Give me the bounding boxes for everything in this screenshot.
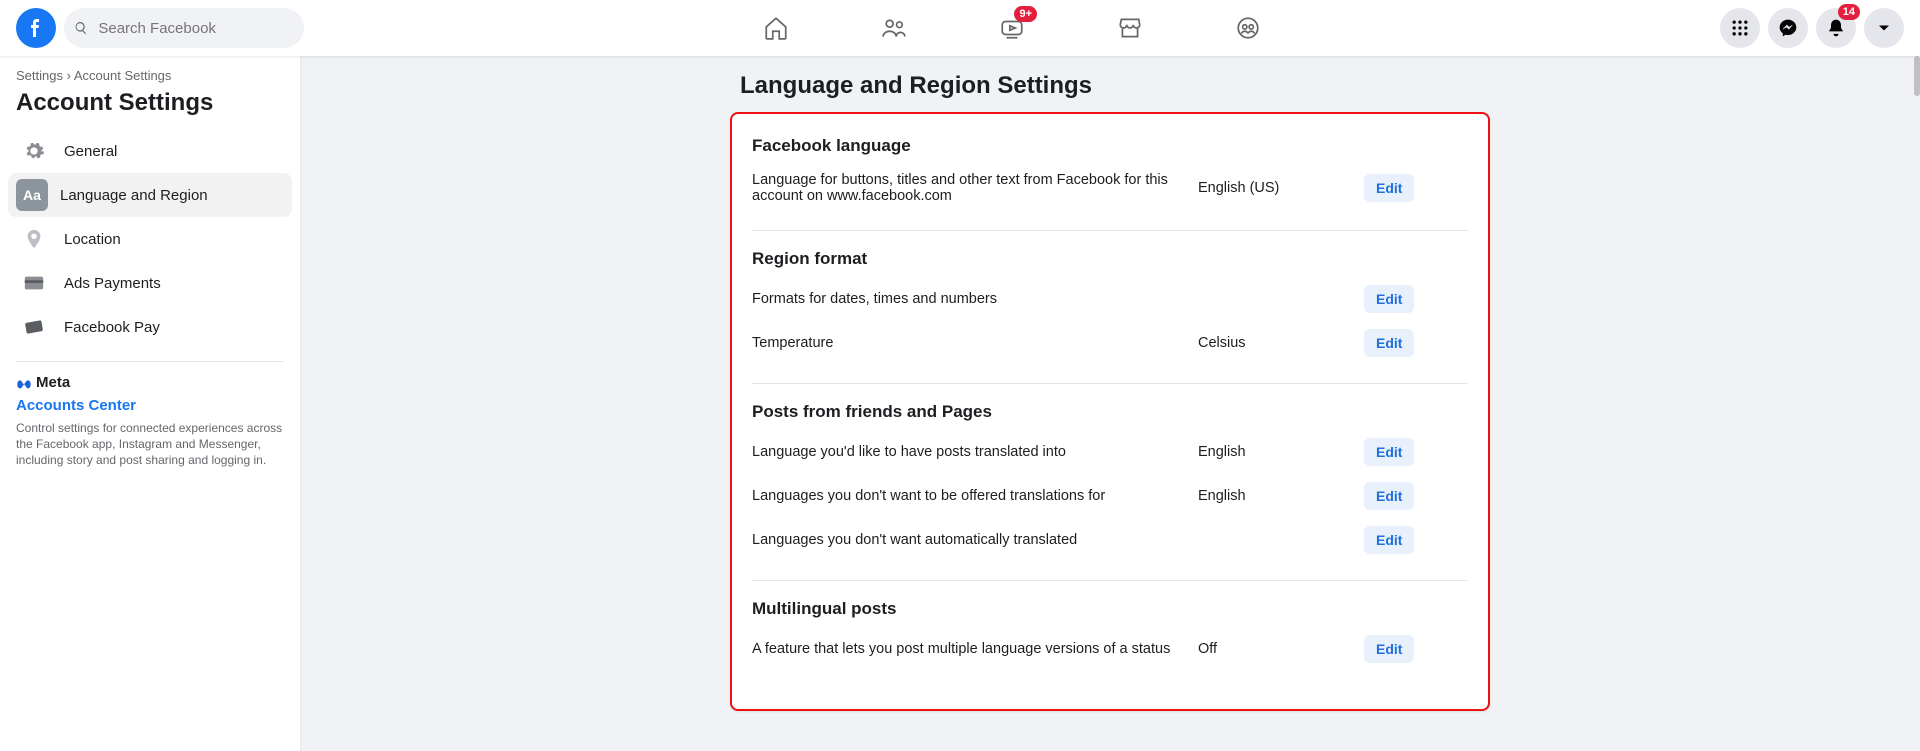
meta-infinity-icon — [16, 375, 32, 391]
bell-icon — [1826, 18, 1846, 38]
nav-left — [16, 8, 304, 48]
notifications-badge: 14 — [1838, 4, 1860, 20]
messenger-button[interactable] — [1768, 8, 1808, 48]
setting-row: Temperature Celsius Edit — [752, 321, 1468, 365]
tab-friends[interactable] — [839, 0, 949, 56]
setting-row: Languages you don't want automatically t… — [752, 518, 1468, 562]
sidebar-item-label: Ads Payments — [64, 275, 161, 292]
setting-value: English — [1198, 488, 1348, 504]
scrollbar-thumb[interactable] — [1914, 56, 1920, 96]
setting-description: Language for buttons, titles and other t… — [752, 172, 1182, 204]
setting-description: Languages you don't want to be offered t… — [752, 488, 1182, 504]
facebook-logo[interactable] — [16, 8, 56, 48]
home-icon — [763, 15, 789, 41]
gear-icon — [16, 133, 52, 169]
edit-button[interactable]: Edit — [1364, 329, 1414, 357]
breadcrumb-root[interactable]: Settings — [16, 68, 63, 83]
setting-row: Language for buttons, titles and other t… — [752, 164, 1468, 212]
sidebar-item-label: Facebook Pay — [64, 319, 160, 336]
tab-home[interactable] — [721, 0, 831, 56]
edit-button[interactable]: Edit — [1364, 526, 1414, 554]
sidebar-item-label: General — [64, 143, 117, 160]
page-heading: Language and Region Settings — [740, 72, 1490, 100]
setting-row: Language you'd like to have posts transl… — [752, 430, 1468, 474]
tab-marketplace[interactable] — [1075, 0, 1185, 56]
apps-grid-icon — [1730, 18, 1750, 38]
facebook-f-icon — [24, 16, 48, 40]
sidebar-item-label: Location — [64, 231, 121, 248]
setting-value: English — [1198, 444, 1348, 460]
sidebar-item-facebook-pay[interactable]: Facebook Pay — [8, 305, 292, 349]
chevron-down-icon — [1874, 18, 1894, 38]
sidebar-item-ads-payments[interactable]: Ads Payments — [8, 261, 292, 305]
sidebar-divider — [16, 361, 284, 362]
settings-card: Facebook language Language for buttons, … — [730, 112, 1490, 711]
breadcrumb-sep: › — [67, 68, 71, 83]
section-facebook-language: Facebook language Language for buttons, … — [752, 132, 1468, 230]
nav-center: 9+ — [721, 0, 1303, 56]
setting-row: Languages you don't want to be offered t… — [752, 474, 1468, 518]
pay-icon — [16, 309, 52, 345]
language-aa-icon: Aa — [16, 179, 48, 211]
watch-badge: 9+ — [1014, 6, 1037, 22]
groups-icon — [1235, 15, 1261, 41]
edit-button[interactable]: Edit — [1364, 482, 1414, 510]
menu-button[interactable] — [1720, 8, 1760, 48]
section-heading: Multilingual posts — [752, 599, 1468, 619]
section-region-format: Region format Formats for dates, times a… — [752, 230, 1468, 383]
setting-description: Temperature — [752, 335, 1182, 351]
settings-sidebar: Settings › Account Settings Account Sett… — [0, 56, 300, 751]
setting-row: A feature that lets you post multiple la… — [752, 627, 1468, 671]
section-posts-friends-pages: Posts from friends and Pages Language yo… — [752, 383, 1468, 580]
setting-value: English (US) — [1198, 180, 1348, 196]
meta-logo: Meta — [16, 374, 284, 391]
setting-description: Languages you don't want automatically t… — [752, 532, 1182, 548]
marketplace-icon — [1117, 15, 1143, 41]
location-pin-icon — [16, 221, 52, 257]
edit-button[interactable]: Edit — [1364, 438, 1414, 466]
sidebar-title: Account Settings — [8, 89, 292, 129]
nav-right: 14 — [1720, 8, 1904, 48]
section-heading: Region format — [752, 249, 1468, 269]
account-dropdown[interactable] — [1864, 8, 1904, 48]
accounts-center-link[interactable]: Accounts Center — [16, 397, 284, 414]
edit-button[interactable]: Edit — [1364, 285, 1414, 313]
setting-value: Celsius — [1198, 335, 1348, 351]
section-multilingual-posts: Multilingual posts A feature that lets y… — [752, 580, 1468, 689]
setting-description: A feature that lets you post multiple la… — [752, 641, 1182, 657]
sidebar-item-language[interactable]: Aa Language and Region — [8, 173, 292, 217]
main-content: Language and Region Settings Facebook la… — [300, 56, 1920, 751]
setting-description: Formats for dates, times and numbers — [752, 291, 1182, 307]
meta-accounts-block: Meta Accounts Center Control settings fo… — [8, 374, 292, 469]
card-icon — [16, 265, 52, 301]
messenger-icon — [1778, 18, 1798, 38]
meta-brand-text: Meta — [36, 374, 70, 391]
search-input[interactable] — [96, 19, 294, 38]
section-heading: Posts from friends and Pages — [752, 402, 1468, 422]
tab-watch[interactable]: 9+ — [957, 0, 1067, 56]
meta-description: Control settings for connected experienc… — [16, 420, 284, 469]
setting-row: Formats for dates, times and numbers Edi… — [752, 277, 1468, 321]
sidebar-item-general[interactable]: General — [8, 129, 292, 173]
breadcrumb: Settings › Account Settings — [8, 68, 292, 89]
edit-button[interactable]: Edit — [1364, 635, 1414, 663]
breadcrumb-leaf: Account Settings — [74, 68, 172, 83]
sidebar-item-label: Language and Region — [60, 187, 208, 204]
notifications-button[interactable]: 14 — [1816, 8, 1856, 48]
tab-groups[interactable] — [1193, 0, 1303, 56]
edit-button[interactable]: Edit — [1364, 174, 1414, 202]
setting-value: Off — [1198, 641, 1348, 657]
setting-description: Language you'd like to have posts transl… — [752, 444, 1182, 460]
friends-icon — [881, 15, 907, 41]
top-nav: 9+ 14 — [0, 0, 1920, 56]
search-box[interactable] — [64, 8, 304, 48]
section-heading: Facebook language — [752, 136, 1468, 156]
search-icon — [74, 20, 88, 36]
sidebar-item-location[interactable]: Location — [8, 217, 292, 261]
page-body: Settings › Account Settings Account Sett… — [0, 0, 1920, 751]
